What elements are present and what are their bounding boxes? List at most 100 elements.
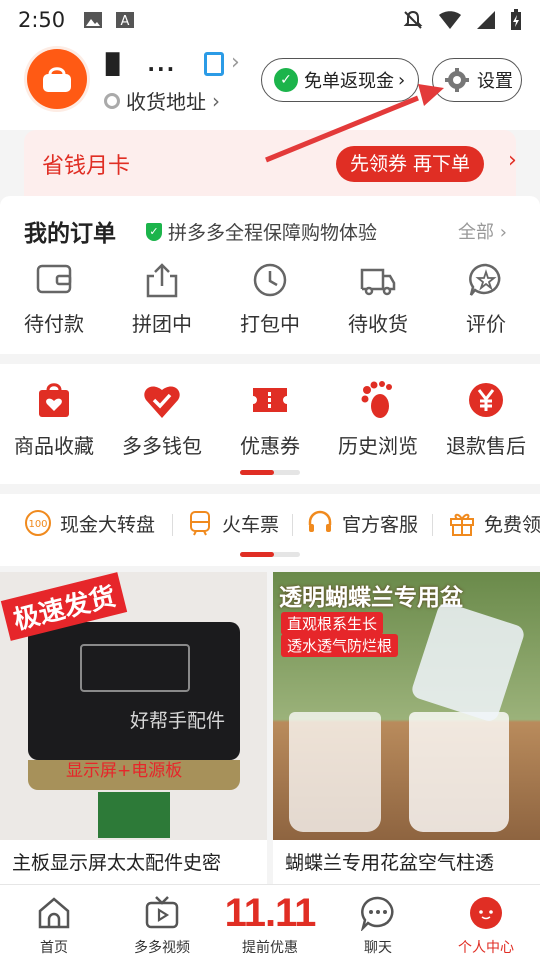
shortcuts-scroll-indicator [240,470,300,475]
product-card[interactable]: 透明蝴蝶兰专用盆 直观根系生长 透水透气防烂根 蝴蝶兰专用花盆空气柱透 [273,572,540,884]
promo-scroll-indicator [240,552,300,557]
location-pin-icon [104,92,120,109]
shortcuts-section: 商品收藏 多多钱包 优惠券 历史浏览 退款售后 [0,364,540,484]
order-awaiting-receipt[interactable]: 待收货 [324,262,432,337]
gift-icon [450,513,474,536]
promo-label: 现金大转盘 [60,513,156,536]
order-packing[interactable]: 打包中 [216,262,324,337]
promo-label: 火车票 [222,513,280,536]
shortcut-label: 优惠券 [240,434,300,458]
order-label: 待收货 [348,312,408,336]
orders-section: 我的订单 ✓ 拼多多全程保障购物体验 全部 › 待付款 拼团中 打包中 待收货 … [0,196,540,354]
promo-customer-service[interactable]: 官方客服 [306,508,418,538]
headset-icon [308,510,332,532]
pot-image [409,600,527,724]
gear-icon [445,68,469,92]
address-link[interactable]: 收货地址 › [104,86,220,115]
product-caption: 显示屏+电源板 [66,761,183,781]
share-box-icon [146,263,178,298]
double-eleven-logo: 11.11 [224,891,317,935]
shortcut-label: 历史浏览 [338,434,418,458]
tab-label: 个人中心 [458,940,514,956]
chat-icon [360,896,394,931]
feature-tag: 直观根系生长 [281,612,384,635]
guarantee-text: ✓ 拼多多全程保障购物体验 [146,218,377,245]
settings-label: 设置 [477,71,513,92]
clock-icon [253,263,287,297]
phone-icon [204,52,224,76]
display-outline [80,644,190,692]
wallet-icon [36,264,72,294]
tab-video[interactable]: 多多视频 [108,885,216,960]
footprint-icon [361,381,392,418]
order-pending-payment[interactable]: 待付款 [0,262,108,337]
tab-label: 聊天 [364,940,392,956]
tab-profile[interactable]: 个人中心 [432,885,540,960]
username[interactable]: ▉ ... [106,52,176,76]
chevron-right-icon[interactable]: › [231,50,240,75]
product-grid: 极速发货 好帮手配件 显示屏+电源板 主板显示屏太太配件史密 透明蝴蝶兰专用盆 … [0,572,540,884]
profile-face-icon [470,897,502,929]
chevron-right-icon: › [212,88,220,113]
shortcut-coupons[interactable]: 优惠券 [216,380,324,459]
train-icon [190,511,210,536]
promo-train-tickets[interactable]: 火车票 [186,508,279,538]
chevron-right-icon: › [398,69,406,91]
battery-icon [511,9,521,30]
money-card-title: 省钱月卡 [42,154,131,179]
promo-cash-wheel[interactable]: 100 现金大转盘 [24,508,155,538]
tab-chat[interactable]: 聊天 [324,885,432,960]
promo-label: 官方客服 [342,513,419,536]
bag-heart-icon [39,383,69,417]
order-group-buying[interactable]: 拼团中 [108,262,216,337]
pot-image [289,712,381,832]
shortcut-refunds[interactable]: 退款售后 [432,380,540,459]
tab-label: 多多视频 [134,940,190,956]
profile-header: ▉ ... › 收货地址 › ✓ 免单返现金 › 设置 [0,40,540,130]
svg-text:A: A [121,14,130,29]
cash-back-button[interactable]: ✓ 免单返现金 › [261,58,419,102]
tab-home[interactable]: 首页 [0,885,108,960]
address-label: 收货地址 [126,90,206,114]
all-orders-label: 全部 [458,222,494,243]
tab-early-deals[interactable]: 11.11 提前优惠 [216,885,324,960]
home-icon [38,897,70,929]
promo-free-gift[interactable]: 免费领 [448,508,540,538]
guarantee-label: 拼多多全程保障购物体验 [168,222,378,244]
coupon-order-button[interactable]: 先领券 再下单 [336,146,485,182]
shopping-bag-icon [43,67,71,92]
settings-button[interactable]: 设置 [432,58,522,102]
shortcut-row: 商品收藏 多多钱包 优惠券 历史浏览 退款售后 [0,380,540,459]
money-saving-card[interactable]: 省钱月卡 先领券 再下单 › [24,130,517,198]
shortcut-favorites[interactable]: 商品收藏 [0,380,108,459]
shortcut-wallet[interactable]: 多多钱包 [108,380,216,459]
yen-icon [469,383,503,417]
promo-label: 免费领 [484,513,540,536]
divider [432,514,433,536]
circuit-board [98,792,170,838]
wifi-icon [439,11,461,29]
promo-strip: 100 现金大转盘 火车票 官方客服 免费领 [0,494,540,566]
tab-label: 提前优惠 [242,940,298,956]
wheel-100-icon: 100 [25,510,51,536]
mute-icon [403,10,423,29]
order-review[interactable]: 评价 [432,262,540,337]
all-orders-link[interactable]: 全部 › [458,218,507,244]
status-time: 2:50 [18,8,66,32]
shortcut-history[interactable]: 历史浏览 [324,380,432,459]
svg-text:100: 100 [28,519,47,530]
wechat-icon: ✓ [274,68,298,92]
truck-icon [360,268,396,296]
order-label: 拼团中 [132,312,192,336]
image-notification-icon [84,12,103,28]
tv-icon [145,896,179,929]
product-card[interactable]: 极速发货 好帮手配件 显示屏+电源板 主板显示屏太太配件史密 [0,572,267,884]
order-status-row: 待付款 拼团中 打包中 待收货 评价 [0,262,540,337]
feature-tag: 透水透气防烂根 [281,634,399,657]
orders-title: 我的订单 [24,221,116,247]
product-title: 蝴蝶兰专用花盆空气柱透 [285,852,495,874]
avatar[interactable] [24,46,90,112]
shortcut-label: 多多钱包 [122,434,202,458]
heart-check-icon [144,386,180,418]
shortcut-label: 商品收藏 [14,434,94,458]
